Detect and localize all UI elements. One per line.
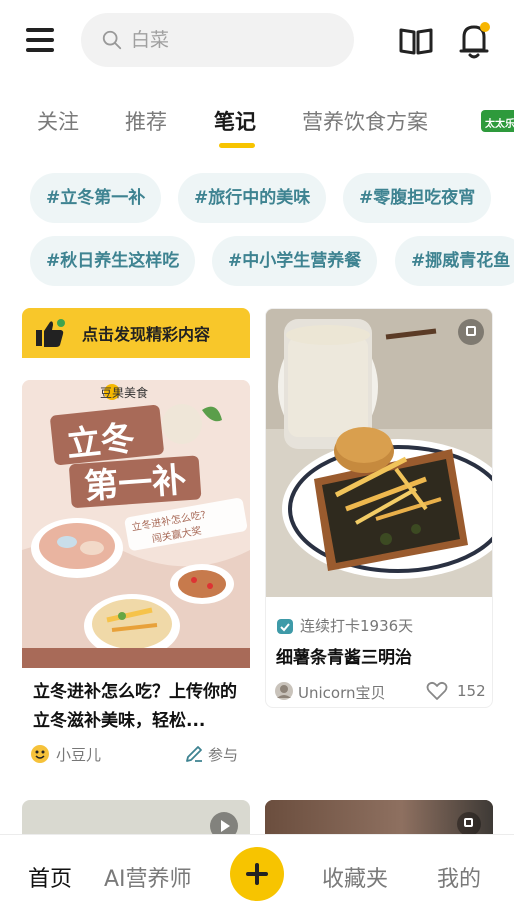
banner-label: 点击发现精彩内容 bbox=[82, 325, 211, 344]
note-card[interactable] bbox=[265, 800, 493, 834]
menu-icon[interactable] bbox=[24, 26, 58, 54]
gallery-icon bbox=[458, 319, 484, 345]
bell-icon[interactable] bbox=[456, 20, 492, 60]
add-post-button[interactable] bbox=[230, 847, 284, 901]
nav-me[interactable]: 我的 bbox=[437, 861, 481, 893]
note-card[interactable]: 连续打卡1936天 细薯条青酱三明治 Unicorn宝贝 152 bbox=[265, 308, 493, 708]
search-input[interactable] bbox=[131, 29, 331, 51]
join-button[interactable]: 参与 bbox=[208, 744, 238, 765]
search-bar[interactable] bbox=[81, 13, 354, 67]
sandwich-photo bbox=[266, 309, 492, 597]
author-name[interactable]: Unicorn宝贝 bbox=[298, 682, 386, 703]
calendar-icon bbox=[277, 618, 293, 634]
nav-favorites[interactable]: 收藏夹 bbox=[322, 861, 388, 893]
streak-text: 连续打卡1936天 bbox=[300, 617, 414, 635]
card-title: 立冬进补怎么吃？上传你的立冬滋补美味，轻松... bbox=[33, 682, 237, 731]
poster-brand: 豆果美食 bbox=[100, 386, 149, 400]
topic-chip[interactable]: #旅行中的美味 bbox=[178, 173, 327, 223]
category-tabs: 关注 推荐 笔记 营养饮食方案 太太乐 bbox=[0, 92, 514, 152]
feed: 点击发现精彩内容 立冬 第一补 立冬进补怎么吃? 闯关赢大奖 豆果美食 立冬进补… bbox=[0, 300, 514, 834]
play-icon bbox=[210, 812, 238, 834]
book-icon[interactable] bbox=[398, 26, 434, 56]
card-meta: Unicorn宝贝 152 bbox=[274, 681, 486, 707]
card-meta: 小豆儿 参与 bbox=[30, 742, 245, 768]
top-bar bbox=[0, 0, 514, 82]
heart-icon[interactable] bbox=[426, 681, 448, 701]
bottom-nav: 首页 AI营养师 收藏夹 我的 bbox=[0, 834, 514, 911]
pencil-icon[interactable] bbox=[184, 744, 204, 764]
poster-headline: 立冬 bbox=[65, 418, 137, 465]
tab-recommend[interactable]: 推荐 bbox=[125, 106, 167, 136]
avatar[interactable] bbox=[30, 744, 50, 764]
like-count: 152 bbox=[457, 682, 486, 700]
active-tab-indicator bbox=[219, 143, 255, 148]
topic-chip[interactable]: #零腹担吃夜宵 bbox=[343, 173, 492, 223]
card-title: 细薯条青酱三明治 bbox=[276, 648, 412, 668]
search-icon bbox=[102, 30, 122, 50]
topic-chip[interactable]: #挪威青花鱼 bbox=[395, 236, 514, 286]
note-card[interactable]: 立冬 第一补 立冬进补怎么吃? 闯关赢大奖 豆果美食 立冬进补怎么吃？上传你的立… bbox=[22, 380, 250, 768]
partner-logo[interactable]: 太太乐 bbox=[481, 110, 514, 132]
topic-chip[interactable]: #中小学生营养餐 bbox=[212, 236, 378, 286]
tab-follow[interactable]: 关注 bbox=[37, 106, 79, 136]
discover-banner[interactable]: 点击发现精彩内容 bbox=[22, 308, 250, 358]
gallery-icon bbox=[457, 812, 481, 834]
nav-ai-nutritionist[interactable]: AI营养师 bbox=[104, 861, 192, 893]
tab-notes[interactable]: 笔记 bbox=[214, 106, 256, 136]
avatar[interactable] bbox=[274, 681, 294, 701]
tab-nutrition-plan[interactable]: 营养饮食方案 bbox=[302, 106, 428, 136]
topic-chip[interactable]: #秋日养生这样吃 bbox=[30, 236, 196, 286]
topic-chip[interactable]: #立冬第一补 bbox=[30, 173, 162, 223]
poster-image: 立冬 第一补 立冬进补怎么吃? 闯关赢大奖 豆果美食 bbox=[22, 380, 250, 668]
poster-headline-2: 第一补 bbox=[83, 460, 188, 507]
notification-dot bbox=[480, 22, 490, 32]
author-name[interactable]: 小豆儿 bbox=[56, 744, 101, 765]
nav-home[interactable]: 首页 bbox=[28, 861, 72, 893]
checkin-streak: 连续打卡1936天 bbox=[276, 615, 413, 636]
note-card[interactable] bbox=[22, 800, 250, 834]
thumbs-up-icon bbox=[36, 319, 65, 347]
